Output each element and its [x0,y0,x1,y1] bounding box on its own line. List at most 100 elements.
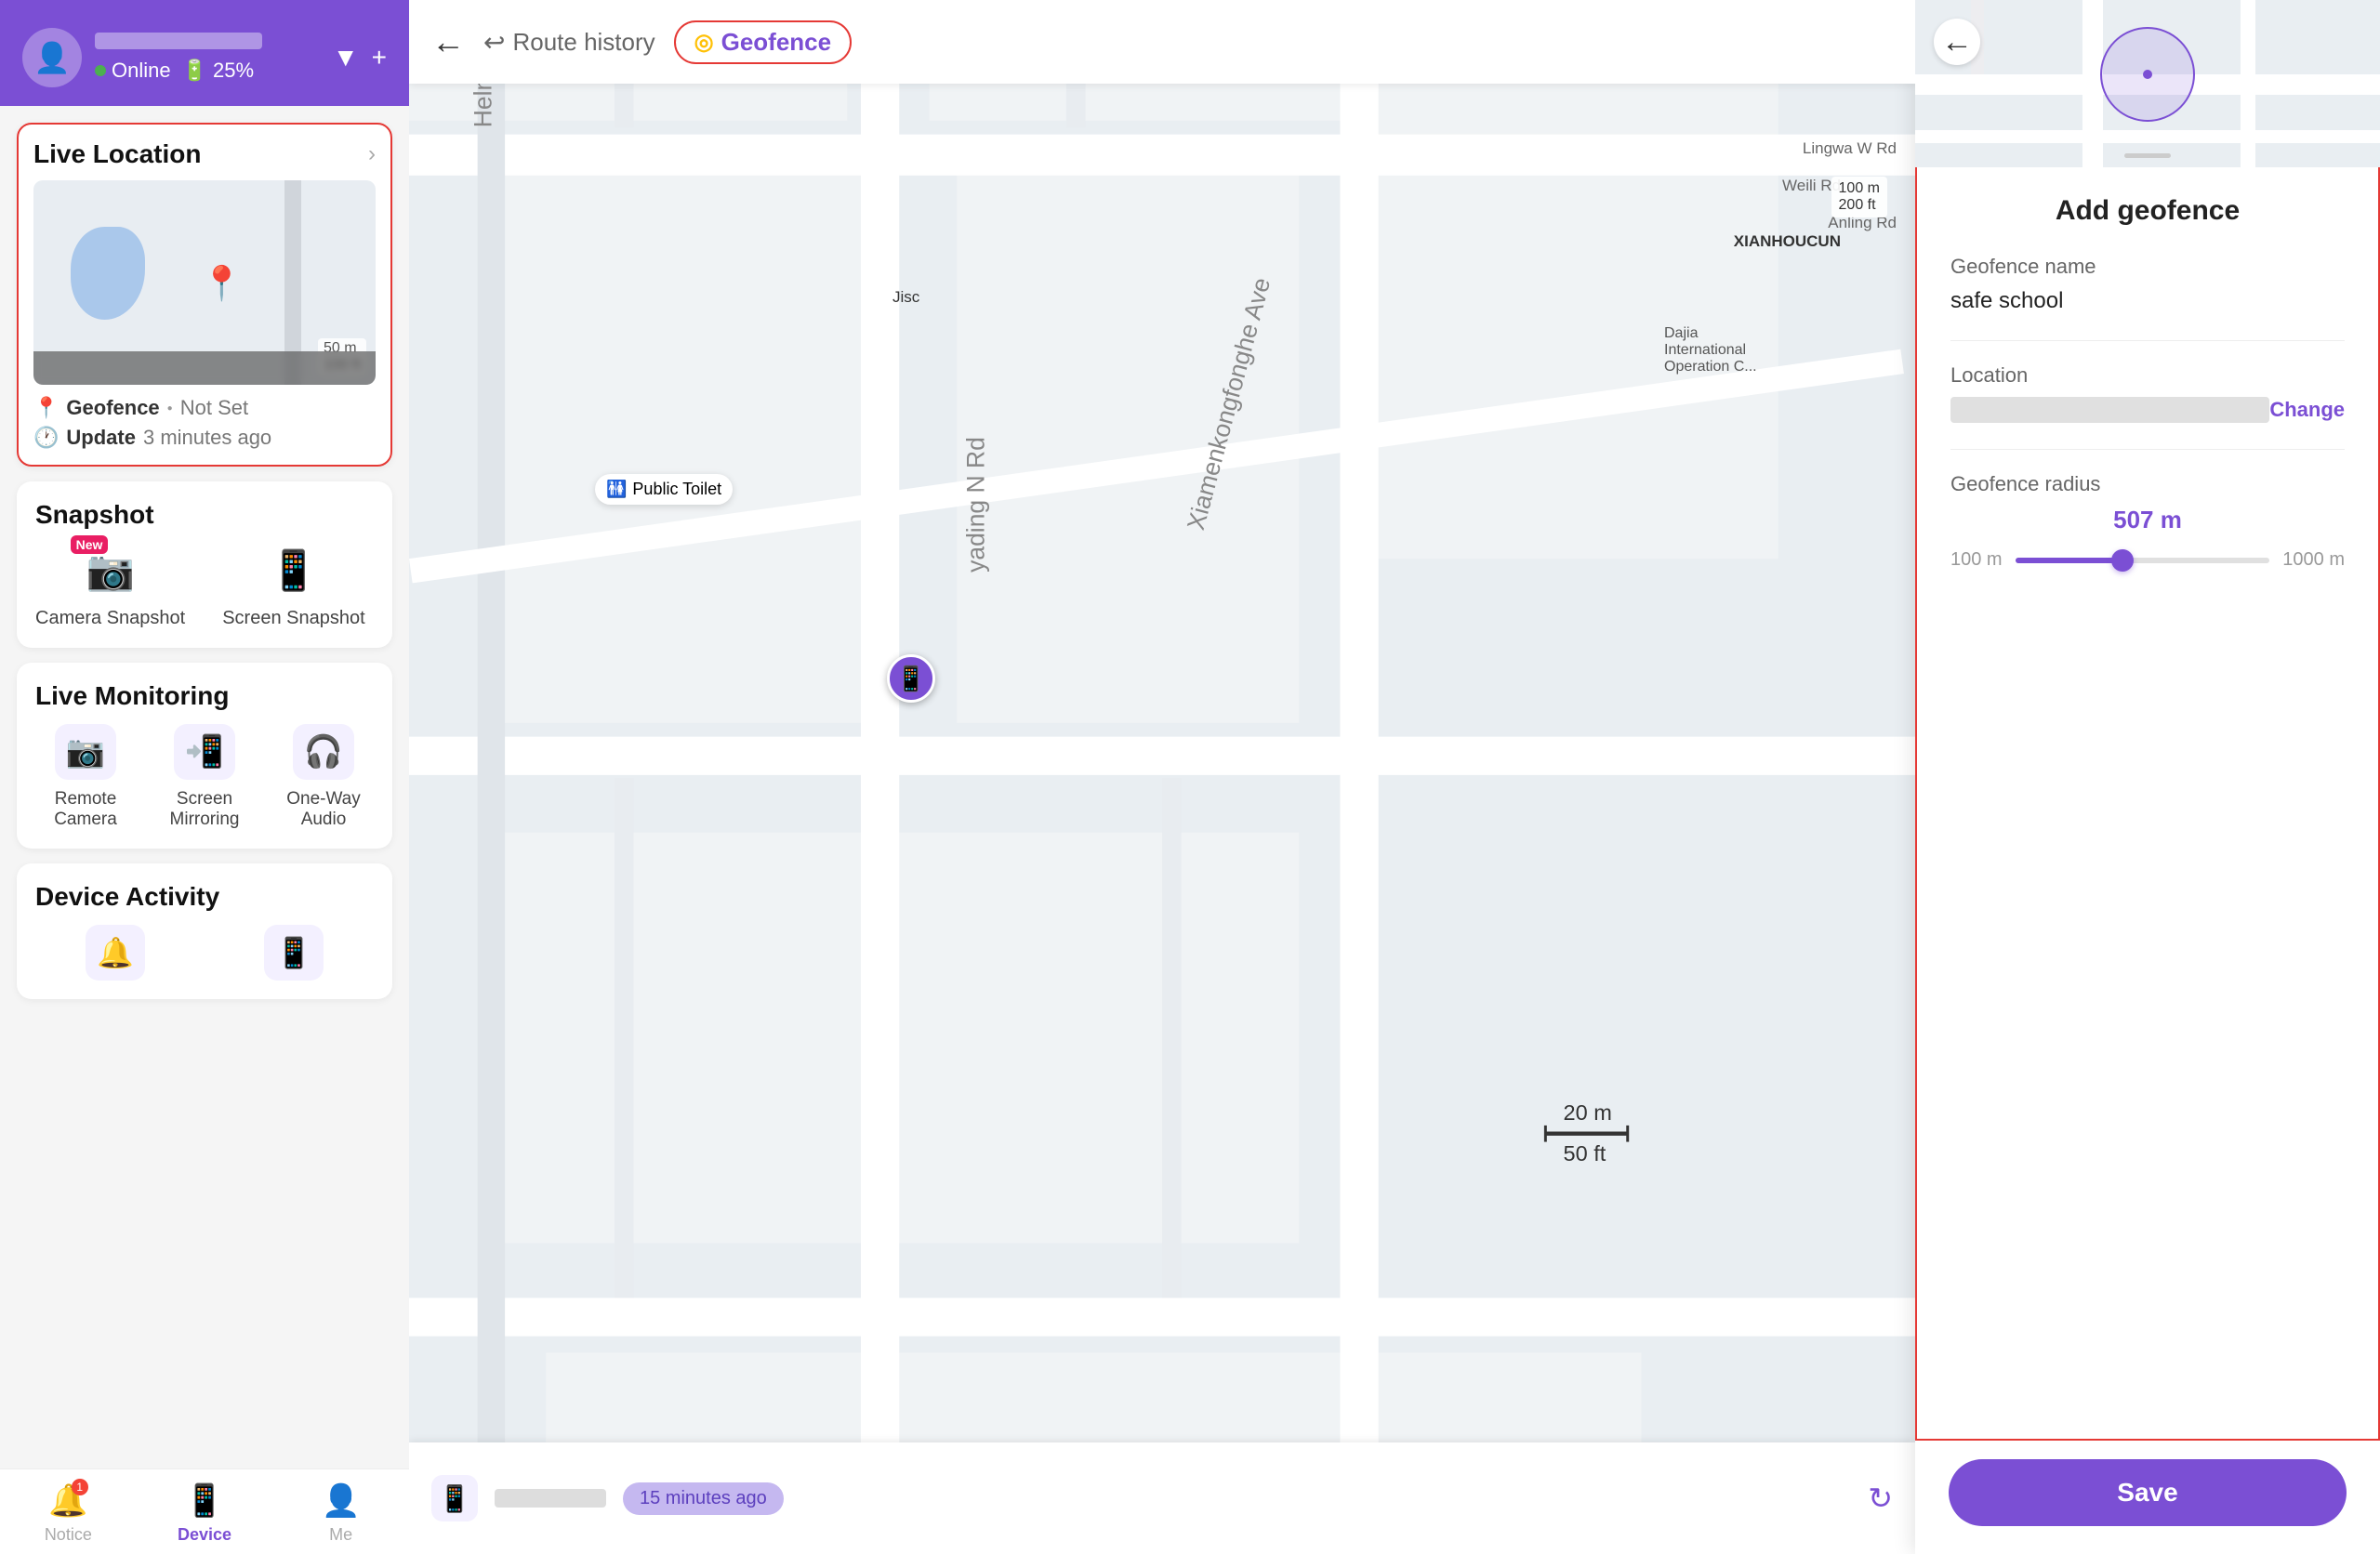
change-location-button[interactable]: Change [2269,398,2345,422]
snapshot-title: Snapshot [35,500,154,529]
radius-slider-row: 100 m 1000 m [1950,549,2345,571]
camera-snapshot-item[interactable]: New 📷 Camera Snapshot [35,543,185,629]
avatar: 👤 [22,28,82,87]
radius-value: 507 m [1950,506,2345,534]
remote-camera-label: Remote Camera [35,789,136,830]
screen-snapshot-item[interactable]: 📱 Screen Snapshot [222,543,364,629]
one-way-audio-label: One-Way Audio [273,789,374,830]
map-visual[interactable]: 20 m 50 ft Helms Rd yading N Rd Xiamenko… [409,84,1915,1554]
geofence-form: Add geofence Geofence name safe school L… [1915,167,2380,1441]
online-status: Online [95,59,171,83]
radius-slider-track[interactable] [2016,558,2270,563]
middle-panel: ← ↩ Route history ◎ Geofence [409,0,1915,1554]
map-blob [71,227,145,320]
screen-snapshot-label: Screen Snapshot [222,608,364,629]
screen-snapshot-icon: 📱 [270,548,318,594]
poi-label: Public Toilet [632,480,721,499]
svg-text:20 m: 20 m [1564,1100,1612,1125]
map-scale-top: 100 m200 ft [1831,177,1887,217]
public-toilet-poi: 🚻 Public Toilet [595,474,733,505]
remote-camera-item[interactable]: 📷 Remote Camera [35,724,136,830]
radius-label: Geofence radius [1950,472,2345,496]
refresh-button[interactable]: ↻ [1868,1481,1893,1516]
update-meta-row: 🕐 Update 3 minutes ago [33,426,376,450]
nav-notice[interactable]: 🔔 1 Notice [0,1482,137,1545]
update-meta-time: 3 minutes ago [143,426,271,450]
bottom-nav: 🔔 1 Notice 📱 Device 👤 Me [0,1468,409,1554]
geofence-meta-icon: 📍 [33,396,59,420]
right-panel: ← Add geofence Geofence name safe school… [1915,0,2380,1554]
notice-label: Notice [45,1525,92,1545]
add-button[interactable]: + [372,43,387,72]
geofence-name-field: Geofence name safe school [1950,255,2345,314]
geofence-meta-row: 📍 Geofence ● Not Set [33,396,376,420]
snapshot-grid: New 📷 Camera Snapshot 📱 Screen Snapshot [35,543,374,629]
save-button[interactable]: Save [1949,1459,2347,1526]
nav-device[interactable]: 📱 Device [137,1482,273,1545]
map-preview[interactable]: 📍 50 m100 ft [33,180,376,385]
location-row: Change [1950,397,2345,423]
map-back-button[interactable]: ← [431,22,465,61]
activity-item-2: 📱 [214,925,374,981]
radius-min: 100 m [1950,549,2003,571]
geofence-form-title: Add geofence [1950,195,2345,227]
device-label: Device [178,1525,231,1545]
one-way-audio-icon: 🎧 [293,724,354,780]
radius-slider-thumb[interactable] [2111,549,2134,572]
route-icon: ↩ [483,27,505,58]
live-location-title: Live Location [33,139,201,169]
device-icon: 📱 [185,1482,224,1520]
snapshot-card: Snapshot New 📷 Camera Snapshot 📱 Screen … [17,481,392,648]
nav-me[interactable]: 👤 Me [272,1482,409,1545]
location-meta: 📍 Geofence ● Not Set 🕐 Update 3 minutes … [33,396,376,450]
activity-item-1: 🔔 [35,925,195,981]
activity-icon-2: 📱 [264,925,324,981]
one-way-audio-item[interactable]: 🎧 One-Way Audio [273,724,374,830]
save-btn-area: Save [1915,1441,2380,1554]
geofence-name-value[interactable]: safe school [1950,288,2063,313]
live-location-title-row: Live Location › [33,139,376,169]
location-value-blur [1950,397,2269,423]
header-actions: ▼ + [333,43,387,72]
user-info: Online 🔋 25% [95,33,320,83]
device-activity-title: Device Activity [35,882,219,911]
screen-mirroring-item[interactable]: 📲 Screen Mirroring [154,724,255,830]
update-meta-icon: 🕐 [33,426,59,450]
screen-snapshot-icon-wrap: 📱 [261,543,326,599]
tab-geofence[interactable]: ◎ Geofence [674,20,852,64]
map-address-blur [33,351,376,385]
dropdown-button[interactable]: ▼ [333,43,359,72]
svg-text:yading N Rd: yading N Rd [962,437,990,573]
geofence-name-label: Geofence name [1950,255,2345,279]
activity-icon-1: 🔔 [86,925,145,981]
map-label-lingwa: Lingwa W Rd [1803,139,1897,158]
screen-mirroring-icon: 📲 [174,724,235,780]
map-content: 20 m 50 ft Helms Rd yading N Rd Xiamenko… [409,84,1915,1554]
battery-icon: 🔋 [182,59,207,83]
status-label: Online [112,59,171,83]
live-monitoring-card: Live Monitoring 📷 Remote Camera 📲 Screen… [17,663,392,849]
geofence-meta-label: Geofence [66,396,159,420]
monitoring-grid: 📷 Remote Camera 📲 Screen Mirroring 🎧 One… [35,724,374,830]
me-label: Me [329,1525,352,1545]
map-top-bar: ← ↩ Route history ◎ Geofence [409,0,1915,84]
device-pin-icon: 📱 [896,665,926,693]
battery-row: 🔋 25% [182,59,254,83]
map-device-pin: 📍 [201,264,243,303]
poi-icon: 🚻 [606,480,627,499]
remote-camera-icon: 📷 [55,724,116,780]
update-meta-label: Update [66,426,136,450]
geofence-tab-label: Geofence [721,28,832,57]
monitoring-title: Live Monitoring [35,681,229,710]
tab-route-history[interactable]: ↩ Route history [483,27,655,58]
right-back-button[interactable]: ← [1934,19,1980,65]
map-device-pin: 📱 [887,654,935,703]
map-svg: 20 m 50 ft Helms Rd yading N Rd Xiamenko… [409,84,1915,1554]
svg-text:Helms Rd: Helms Rd [469,84,496,127]
location-field: Location Change [1950,363,2345,423]
username-blur [95,33,262,49]
new-badge: New [71,535,109,554]
chevron-right-icon[interactable]: › [368,141,376,167]
radius-field: Geofence radius 507 m 100 m 1000 m [1950,472,2345,571]
header: 👤 Online 🔋 25% ▼ + [0,0,409,106]
